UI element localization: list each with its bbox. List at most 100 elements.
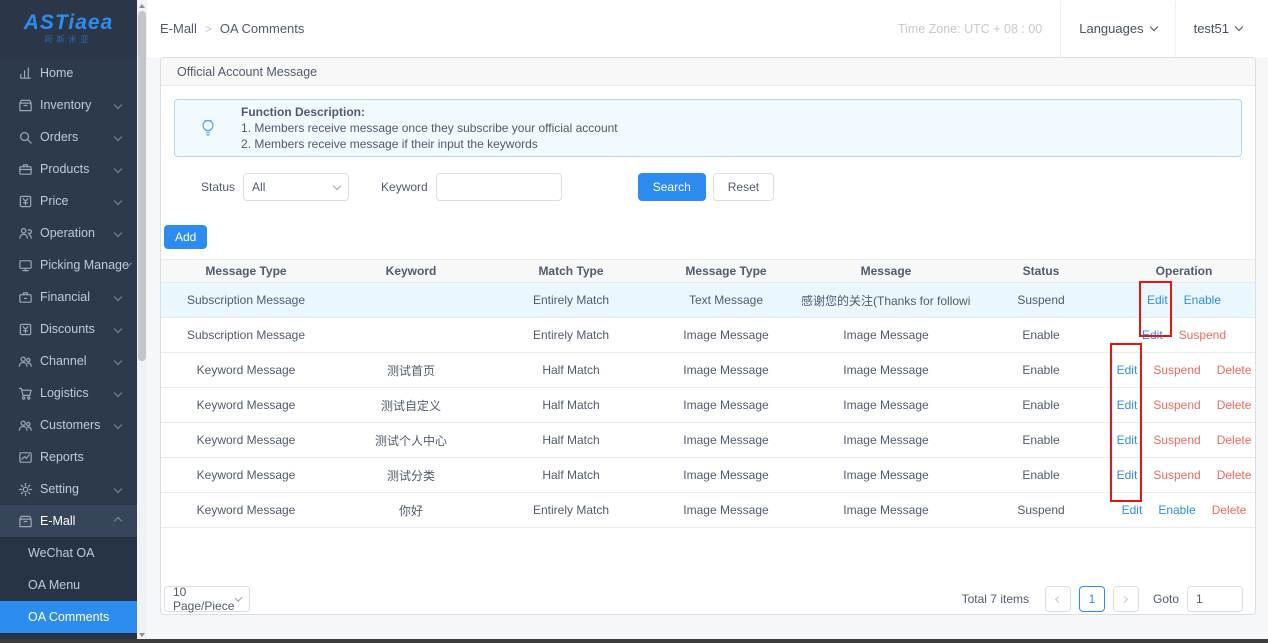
horizontal-scrollbar[interactable] [0,639,1268,643]
cell-keyword: 测试分类 [331,458,491,493]
total-items-label: Total 7 items [962,592,1029,606]
cell-message: Image Message [801,493,971,528]
sidebar-item-channel[interactable]: Channel [0,345,137,377]
sidebar-item-price[interactable]: Price [0,185,137,217]
enable-link[interactable]: Enable [1184,293,1221,307]
keyword-input[interactable] [436,173,562,201]
sidebar-item-label: WeChat OA [28,546,137,560]
chevron-down-icon [114,197,122,205]
enable-link[interactable]: Enable [1158,503,1195,517]
edit-link[interactable]: Edit [1117,433,1138,447]
delete-link[interactable]: Delete [1217,398,1252,412]
sidebar-item-operation[interactable]: Operation [0,217,137,249]
sidebar-item-discounts[interactable]: Discounts [0,313,137,345]
cell-message: Image Message [801,388,971,423]
sidebar-item-setting[interactable]: Setting [0,473,137,505]
chevron-up-icon [114,517,122,525]
suspend-link[interactable]: Suspend [1153,468,1200,482]
chevron-down-icon [114,293,122,301]
delete-link[interactable]: Delete [1217,433,1252,447]
cell-message-type-2: Text Message [651,283,801,318]
table-row: Subscription Message Entirely Match Text… [161,283,1256,318]
sidebar-item-wechat-oa[interactable]: WeChat OA [0,537,137,569]
goto-page-input[interactable] [1187,586,1243,612]
delete-link[interactable]: Delete [1212,503,1247,517]
edit-link[interactable]: Edit [1117,363,1138,377]
cell-status: Enable [971,388,1111,423]
edit-link[interactable]: Edit [1117,468,1138,482]
sidebar-scrollbar[interactable] [137,0,147,643]
sidebar-item-label: Products [40,162,115,176]
next-page-button[interactable] [1113,586,1139,612]
languages-dropdown[interactable]: Languages [1061,0,1174,57]
sidebar-item-home[interactable]: Home [0,57,137,89]
operation-cell: Edit Enable [1111,293,1256,307]
suspend-link[interactable]: Suspend [1153,433,1200,447]
delete-link[interactable]: Delete [1217,468,1252,482]
sidebar-item-products[interactable]: Products [0,153,137,185]
edit-link[interactable]: Edit [1142,328,1163,342]
reset-button[interactable]: Reset [713,173,774,201]
box-icon [18,98,33,113]
sidebar-item-picking-manage[interactable]: Picking Manage [0,249,137,281]
cell-match-type: Entirely Match [491,318,651,353]
suspend-link[interactable]: Suspend [1179,328,1226,342]
table-row: Keyword Message 测试自定义 Half Match Image M… [161,388,1256,423]
suspend-link[interactable]: Suspend [1153,398,1200,412]
cell-status: Suspend [971,493,1111,528]
edit-link[interactable]: Edit [1117,398,1138,412]
scroll-up-arrow-icon[interactable] [139,4,145,8]
sidebar-item-financial[interactable]: Financial [0,281,137,313]
sidebar-item-orders[interactable]: Orders [0,121,137,153]
cell-match-type: Half Match [491,388,651,423]
people-icon [18,418,33,433]
sidebar-item-customers[interactable]: Customers [0,409,137,441]
sidebar-item-inventory[interactable]: Inventory [0,89,137,121]
status-select[interactable]: All [243,173,349,201]
scrollbar-thumb[interactable] [138,11,146,361]
breadcrumb-e-mall[interactable]: E-Mall [160,21,197,36]
sidebar-item-label: Price [40,194,115,208]
scroll-down-arrow-icon[interactable] [139,633,145,637]
chevron-left-icon [1055,595,1062,602]
header-match-type: Match Type [491,260,651,283]
search-button[interactable]: Search [638,173,706,201]
brand-logo[interactable]: ASTiaea 阿斯米亚 [0,0,137,57]
content-area: Official Account Message Function Descri… [147,57,1268,643]
search-icon [18,130,33,145]
operation-cell: Edit Suspend [1111,328,1256,342]
cell-keyword: 你好 [331,493,491,528]
delete-link[interactable]: Delete [1217,363,1252,377]
sidebar-item-oa-comments[interactable]: OA Comments [0,601,137,633]
sidebar-item-label: Home [40,66,137,80]
user-dropdown[interactable]: test51 [1176,0,1260,57]
lightbulb-icon [197,117,219,139]
chevron-down-icon [114,165,122,173]
brand-logo-text: ASTiaea [24,13,114,33]
current-page-button[interactable]: 1 [1079,586,1105,612]
cell-message-type-2: Image Message [651,318,801,353]
suspend-link[interactable]: Suspend [1153,363,1200,377]
cell-message-type: Subscription Message [161,283,331,318]
prev-page-button[interactable] [1045,586,1071,612]
chevron-down-icon [333,182,341,190]
sidebar-item-e-mall[interactable]: E-Mall [0,505,137,537]
keyword-label: Keyword [381,180,428,194]
operation-cell: Edit Suspend Delete [1111,468,1256,482]
page-size-select[interactable]: 10 Page/Piece [164,586,250,612]
sidebar-item-reports[interactable]: Reports [0,441,137,473]
sidebar-item-logistics[interactable]: Logistics [0,377,137,409]
sidebar-item-oa-menu[interactable]: OA Menu [0,569,137,601]
header-keyword: Keyword [331,260,491,283]
status-select-value: All [252,180,265,194]
cell-keyword: 测试个人中心 [331,423,491,458]
sidebar-item-label: Channel [40,354,115,368]
cell-message-type: Subscription Message [161,318,331,353]
briefcase-icon [18,162,33,177]
edit-link[interactable]: Edit [1122,503,1143,517]
operation-cell: Edit Suspend Delete [1111,398,1256,412]
official-account-message-panel: Official Account Message Function Descri… [160,57,1256,615]
add-button[interactable]: Add [164,225,207,249]
table-row: Subscription Message Entirely Match Imag… [161,318,1256,353]
edit-link[interactable]: Edit [1147,293,1168,307]
